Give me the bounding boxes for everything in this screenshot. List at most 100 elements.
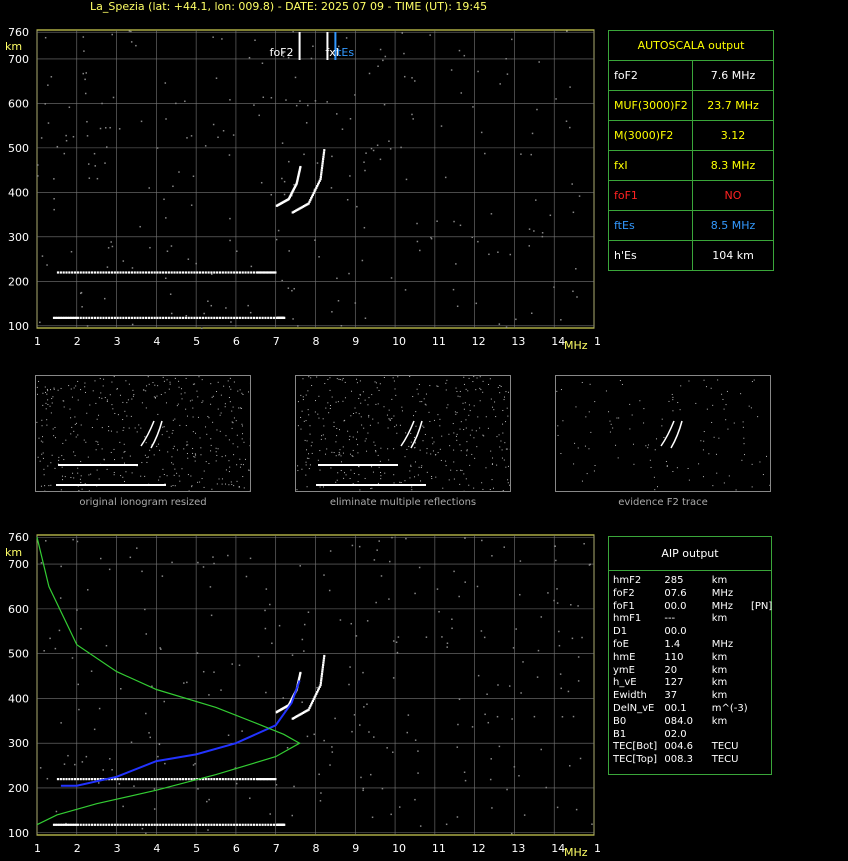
thumb-dot <box>162 376 164 378</box>
thumb-dot <box>119 441 121 443</box>
noise-dot <box>450 69 453 71</box>
noise-dot <box>555 559 557 562</box>
thumb-dot <box>349 453 351 455</box>
thumb-trace <box>318 464 398 466</box>
trace-point <box>198 823 202 826</box>
thumb-dot <box>702 449 704 451</box>
noise-dot <box>533 715 536 718</box>
trace-point <box>90 316 94 319</box>
noise-dot <box>511 38 513 41</box>
thumb-dot <box>50 484 52 486</box>
thumb-dot <box>374 381 376 383</box>
aip-cell: 00.0 <box>664 600 687 612</box>
noise-dot <box>418 566 421 569</box>
noise-dot <box>310 57 313 60</box>
noise-dot <box>558 630 560 633</box>
thumb-dot <box>78 489 80 491</box>
noise-dot <box>328 589 331 592</box>
thumb-dot <box>375 403 377 405</box>
noise-dot <box>149 246 151 249</box>
x-tick-label: 3 <box>114 842 121 855</box>
trace-point <box>108 823 111 826</box>
thumb-trace <box>140 420 155 447</box>
trace-point <box>204 316 207 319</box>
noise-dot <box>291 289 293 292</box>
thumb-dot <box>472 381 474 383</box>
thumb-dot <box>328 412 330 414</box>
thumb-dot <box>221 456 223 458</box>
noise-dot <box>229 99 231 101</box>
noise-dot <box>305 122 308 124</box>
thumb-dot <box>101 448 103 450</box>
noise-dot <box>579 757 582 760</box>
thumb-dot <box>359 489 361 491</box>
noise-dot <box>581 636 583 639</box>
noise-dot <box>175 102 177 105</box>
noise-dot <box>314 239 316 241</box>
thumb-dot <box>306 486 308 488</box>
thumb-dot <box>661 425 663 427</box>
trace-point <box>122 823 125 826</box>
noise-dot <box>171 561 173 564</box>
trace-point <box>235 823 239 826</box>
trace-point <box>113 316 116 319</box>
thumb-dot <box>194 432 196 434</box>
thumb-dot <box>113 448 115 450</box>
noise-dot <box>292 318 294 320</box>
thumb-dot <box>399 424 401 426</box>
trace-point <box>213 778 216 781</box>
trace-point <box>299 671 302 675</box>
autoscala-value: 3.12 <box>720 129 746 142</box>
thumb-dot <box>229 377 231 379</box>
trace-point <box>250 316 253 319</box>
y-tick-label: 500 <box>8 648 29 661</box>
noise-dot <box>136 547 138 549</box>
noise-dot <box>277 229 280 232</box>
trace-point <box>320 677 323 680</box>
noise-dot <box>81 761 84 763</box>
noise-dot <box>104 127 107 129</box>
thumb-dot <box>237 446 239 448</box>
aip-cell: km <box>711 664 728 676</box>
thumb-dot <box>417 393 419 395</box>
thumb-dot <box>248 469 250 471</box>
noise-dot <box>364 169 366 172</box>
thumb-dot <box>391 417 393 419</box>
noise-dot <box>323 574 325 576</box>
noise-dot <box>111 33 113 36</box>
noise-dot <box>382 59 384 62</box>
noise-dot <box>192 175 195 178</box>
trace-point <box>119 271 122 274</box>
noise-dot <box>392 640 395 642</box>
noise-dot <box>58 629 61 632</box>
trace-point <box>198 271 202 274</box>
trace-point <box>82 778 85 781</box>
autoscala-value: NO <box>724 189 742 202</box>
trace-point <box>105 316 108 319</box>
noise-dot <box>349 175 351 177</box>
thumb-dot <box>348 439 350 441</box>
trace-point <box>319 175 322 178</box>
thumb-dot <box>740 393 742 395</box>
thumb-dot <box>114 459 116 461</box>
thumb-dot <box>187 444 189 446</box>
trace-point <box>270 316 273 319</box>
noise-dot <box>569 86 571 88</box>
thumb-dot <box>499 385 501 387</box>
thumb-dot <box>308 468 310 470</box>
thumb-dot <box>456 433 458 435</box>
noise-dot <box>425 636 428 638</box>
thumb-dot <box>377 482 379 484</box>
noise-dot <box>248 56 251 59</box>
thumb-dot <box>305 461 307 463</box>
thumb-dot <box>479 387 481 389</box>
aip-cell <box>751 626 771 639</box>
noise-dot <box>110 241 112 243</box>
thumb-dot <box>53 387 55 389</box>
thumb-dot <box>753 379 755 381</box>
noise-dot <box>249 797 251 799</box>
thumb-dot <box>339 379 341 381</box>
thumb-dot <box>217 408 219 410</box>
noise-dot <box>540 748 542 751</box>
thumb-dot <box>95 449 97 451</box>
